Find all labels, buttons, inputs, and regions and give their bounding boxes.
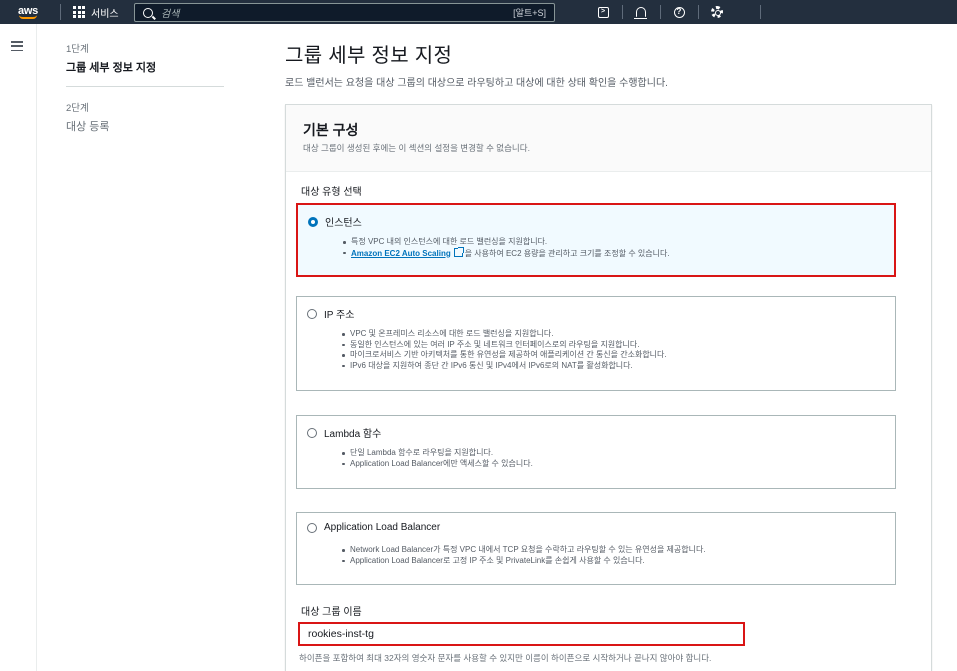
step-number: 1단계	[66, 44, 89, 55]
sidebar-divider	[36, 24, 37, 671]
aws-smile-icon	[19, 15, 37, 19]
bullet-item: VPC 및 온프레미스 리소스에 대한 로드 밸런싱을 지원합니다.	[342, 329, 667, 340]
container-subtitle: 대상 그룹이 생성된 후에는 이 섹션의 설정을 변경할 수 없습니다.	[303, 143, 530, 153]
notifications-button[interactable]	[622, 0, 660, 24]
option-bullets: 단일 Lambda 함수로 라우팅을 지원합니다. Application Lo…	[342, 448, 533, 469]
search-input[interactable]: 검색 [알트+S]	[134, 3, 555, 22]
target-type-lambda-tile[interactable]: Lambda 함수 단일 Lambda 함수로 라우팅을 지원합니다. Appl…	[296, 415, 896, 489]
page-description: 로드 밸런서는 요청을 대상 그룹의 대상으로 라우팅하고 대상에 대한 상태 …	[285, 78, 668, 89]
bell-icon	[634, 7, 647, 19]
option-label: Lambda 함수	[324, 429, 382, 440]
radio-instances[interactable]	[308, 216, 318, 227]
step-name: 대상 등록	[66, 121, 110, 133]
menu-icon[interactable]	[11, 41, 23, 51]
services-menu-button[interactable]: 서비스	[73, 5, 119, 20]
cloudshell-button[interactable]: >	[584, 0, 622, 24]
page-title: 그룹 세부 정보 지정	[285, 45, 453, 67]
gear-icon	[711, 6, 723, 18]
nav-divider	[760, 5, 761, 19]
services-label: 서비스	[91, 8, 119, 20]
step-number: 2단계	[66, 103, 89, 114]
search-shortcut: [알트+S]	[513, 8, 546, 18]
target-group-name-hint: 하이픈을 포함하여 최대 32자의 영숫자 문자를 사용할 수 있지만 이름이 …	[299, 653, 712, 663]
step-name: 그룹 세부 정보 지정	[66, 62, 157, 74]
aws-logo[interactable]: aws	[10, 0, 46, 24]
radio-ip[interactable]	[307, 308, 317, 319]
container-header: 기본 구성 대상 그룹이 생성된 후에는 이 섹션의 설정을 변경할 수 없습니…	[286, 105, 931, 172]
bullet-item: 동일한 인스턴스에 있는 여러 IP 주소 및 네트워크 인터페이스로의 라우팅…	[342, 340, 667, 351]
bullet-item: IPv6 대상을 지원하여 종단 간 IPv6 통신 및 IPv4에서 IPv6…	[342, 361, 667, 372]
grid-icon	[73, 6, 85, 18]
nav-icon-group: > ?	[584, 0, 736, 24]
target-group-name-label: 대상 그룹 이름	[301, 607, 362, 618]
target-type-label: 대상 유형 선택	[301, 187, 362, 198]
bullet-item: Network Load Balancer가 특정 VPC 내에서 TCP 요청…	[342, 545, 706, 554]
help-icon: ?	[673, 6, 685, 18]
target-type-instances-tile[interactable]: 인스턴스 특정 VPC 내의 인스턴스에 대한 로드 밸런싱을 지원합니다. A…	[296, 203, 896, 277]
bullet-item: 마이크로서비스 기반 아키텍처를 통한 유연성을 제공하여 애플리케이션 간 통…	[342, 350, 667, 359]
radio-alb[interactable]	[307, 522, 317, 533]
search-placeholder: 검색	[161, 9, 180, 20]
container-title: 기본 구성	[303, 122, 359, 138]
bullet-item: 단일 Lambda 함수로 라우팅을 지원합니다.	[342, 448, 533, 459]
ec2-auto-scaling-link[interactable]: Amazon EC2 Auto Scaling	[351, 249, 451, 258]
option-label: 인스턴스	[325, 218, 362, 229]
option-bullets: 특정 VPC 내의 인스턴스에 대한 로드 밸런싱을 지원합니다. Amazon…	[343, 237, 670, 260]
bullet-item: Amazon EC2 Auto Scaling 을 사용하여 EC2 용량을 관리…	[343, 246, 670, 260]
bullet-item: 특정 VPC 내의 인스턴스에 대한 로드 밸런싱을 지원합니다.	[343, 237, 670, 248]
bullet-item: Application Load Balancer에만 액세스할 수 있습니다.	[342, 458, 533, 468]
bullet-item: Application Load Balancer로 고정 IP 주소 및 Pr…	[342, 556, 706, 567]
wizard-step-2[interactable]: 2단계 대상 등록	[66, 100, 110, 134]
target-type-ip-tile[interactable]: IP 주소 VPC 및 온프레미스 리소스에 대한 로드 밸런싱을 지원합니다.…	[296, 296, 896, 391]
cloudshell-icon: >	[597, 6, 609, 18]
option-bullets: Network Load Balancer가 특정 VPC 내에서 TCP 요청…	[342, 545, 706, 567]
option-label: IP 주소	[324, 310, 355, 321]
target-group-name-input[interactable]	[298, 622, 745, 646]
search-icon	[143, 7, 153, 18]
wizard-step-1: 1단계 그룹 세부 정보 지정	[66, 41, 156, 75]
target-type-alb-tile[interactable]: Application Load Balancer Network Load B…	[296, 512, 896, 585]
step-divider	[66, 86, 224, 87]
external-link-icon	[453, 246, 464, 257]
option-label: Application Load Balancer	[324, 522, 441, 533]
radio-lambda[interactable]	[307, 427, 317, 438]
settings-button[interactable]	[698, 0, 736, 24]
nav-divider	[60, 4, 61, 20]
help-button[interactable]: ?	[660, 0, 698, 24]
link-suffix-text: 을 사용하여 EC2 용량을 관리하고 크기를 조정할 수 있습니다.	[464, 248, 670, 258]
option-bullets: VPC 및 온프레미스 리소스에 대한 로드 밸런싱을 지원합니다. 동일한 인…	[342, 329, 667, 372]
